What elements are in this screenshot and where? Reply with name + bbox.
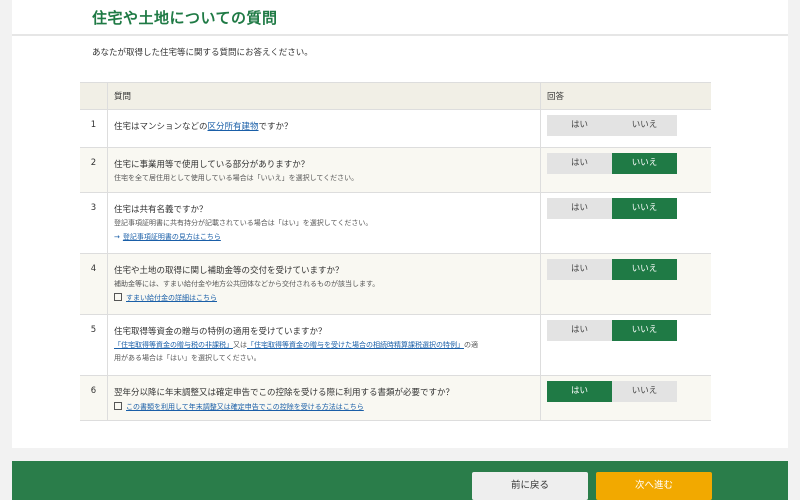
question-number: 5 (80, 314, 108, 376)
answer-toggle-4: はい いいえ (547, 259, 711, 280)
arrow-right-icon: → (114, 233, 120, 241)
page-title: 住宅や土地についての質問 (92, 9, 278, 27)
yes-button[interactable]: はい (547, 153, 612, 174)
next-button[interactable]: 次へ進む (596, 472, 712, 500)
question-table: 質問 回答 1 住宅はマンションなどの区分所有建物ですか？ はい いいえ 2 住… (80, 82, 711, 421)
question-note: 用がある場合は「はい」を選択してください。 (114, 354, 261, 362)
answer-toggle-3: はい いいえ (547, 198, 711, 219)
external-window-icon (114, 293, 122, 301)
no-button[interactable]: いいえ (612, 115, 677, 136)
question-text: 住宅取得等資金の贈与の特例の適用を受けていますか？ (114, 327, 327, 337)
yes-button[interactable]: はい (547, 320, 612, 341)
title-divider (12, 34, 788, 36)
answer-toggle-2: はい いいえ (547, 153, 711, 174)
question-number: 1 (80, 109, 108, 148)
question-row-2: 2 住宅に事業用等で使用している部分がありますか？ 住宅を全て居住用として使用し… (80, 147, 711, 193)
note-text: の適 (464, 341, 478, 349)
no-button[interactable]: いいえ (612, 320, 677, 341)
yes-button[interactable]: はい (547, 198, 612, 219)
no-button[interactable]: いいえ (612, 381, 677, 402)
question-text: 住宅は共有名義ですか？ (114, 205, 208, 215)
question-text: 住宅はマンションなどの区分所有建物ですか？ (114, 120, 540, 134)
no-button[interactable]: いいえ (612, 198, 677, 219)
registry-guide-link[interactable]: 登記事項証明書の見方はこちら (123, 233, 221, 241)
note-text: 又は (233, 341, 247, 349)
external-window-icon (114, 402, 122, 410)
back-button[interactable]: 前に戻る (472, 472, 588, 500)
question-number: 4 (80, 253, 108, 315)
question-note: 住宅を全て居住用として使用している場合は「いいえ」を選択してください。 (114, 174, 359, 182)
intro-text: あなたが取得した住宅等に関する質問にお答えください。 (92, 48, 313, 58)
no-button[interactable]: いいえ (612, 153, 677, 174)
no-button[interactable]: いいえ (612, 259, 677, 280)
housing-benefit-link[interactable]: すまい給付金の詳細はこちら (126, 294, 217, 302)
question-note: 「住宅取得等資金の贈与税の非課税」又は「住宅取得等資金の贈与を受けた場合の相続時… (114, 339, 540, 352)
answer-toggle-6: はい いいえ (547, 381, 711, 402)
question-number: 2 (80, 147, 108, 193)
answer-toggle-5: はい いいえ (547, 320, 711, 341)
yes-button[interactable]: はい (547, 381, 612, 402)
question-row-3: 3 住宅は共有名義ですか？ 登記事項証明書に共有持分が記載されている場合は「はい… (80, 192, 711, 254)
question-text: 住宅に事業用等で使用している部分がありますか？ (114, 160, 310, 170)
question-number: 6 (80, 375, 108, 421)
question-row-4: 4 住宅や土地の取得に関し補助金等の交付を受けていますか？ 補助金等には、すまい… (80, 253, 711, 315)
yes-button[interactable]: はい (547, 115, 612, 136)
settlement-taxation-link[interactable]: 「住宅取得等資金の贈与を受けた場合の相続時精算課税選択の特例」 (247, 341, 464, 349)
question-text-part: 住宅はマンションなどの (114, 122, 208, 132)
question-row-1: 1 住宅はマンションなどの区分所有建物ですか？ はい いいえ (80, 109, 711, 148)
question-row-6: 6 翌年分以降に年末調整又は確定申告でこの控除を受ける際に利用する書類が必要です… (80, 375, 711, 421)
question-note: 登記事項証明書に共有持分が記載されている場合は「はい」を選択してください。 (114, 219, 373, 227)
header-question: 質問 (107, 82, 541, 110)
question-text: 住宅や土地の取得に関し補助金等の交付を受けていますか？ (114, 266, 344, 276)
question-number: 3 (80, 192, 108, 254)
question-text-part: ですか？ (258, 122, 293, 132)
question-note: 補助金等には、すまい給付金や地方公共団体などから交付されるものが該当します。 (114, 280, 380, 288)
answer-toggle-1: はい いいえ (547, 115, 711, 136)
gift-tax-exemption-link[interactable]: 「住宅取得等資金の贈与税の非課税」 (114, 341, 233, 349)
question-text: 翌年分以降に年末調整又は確定申告でこの控除を受ける際に利用する書類が必要ですか？ (114, 388, 455, 398)
header-answer: 回答 (540, 82, 711, 110)
header-number (80, 82, 108, 110)
question-row-5: 5 住宅取得等資金の贈与の特例の適用を受けていますか？ 「住宅取得等資金の贈与税… (80, 314, 711, 376)
deduction-method-link[interactable]: この書類を利用して年末調整又は確定申告でこの控除を受ける方法はこちら (126, 403, 364, 411)
yes-button[interactable]: はい (547, 259, 612, 280)
condominium-link[interactable]: 区分所有建物 (208, 122, 259, 132)
